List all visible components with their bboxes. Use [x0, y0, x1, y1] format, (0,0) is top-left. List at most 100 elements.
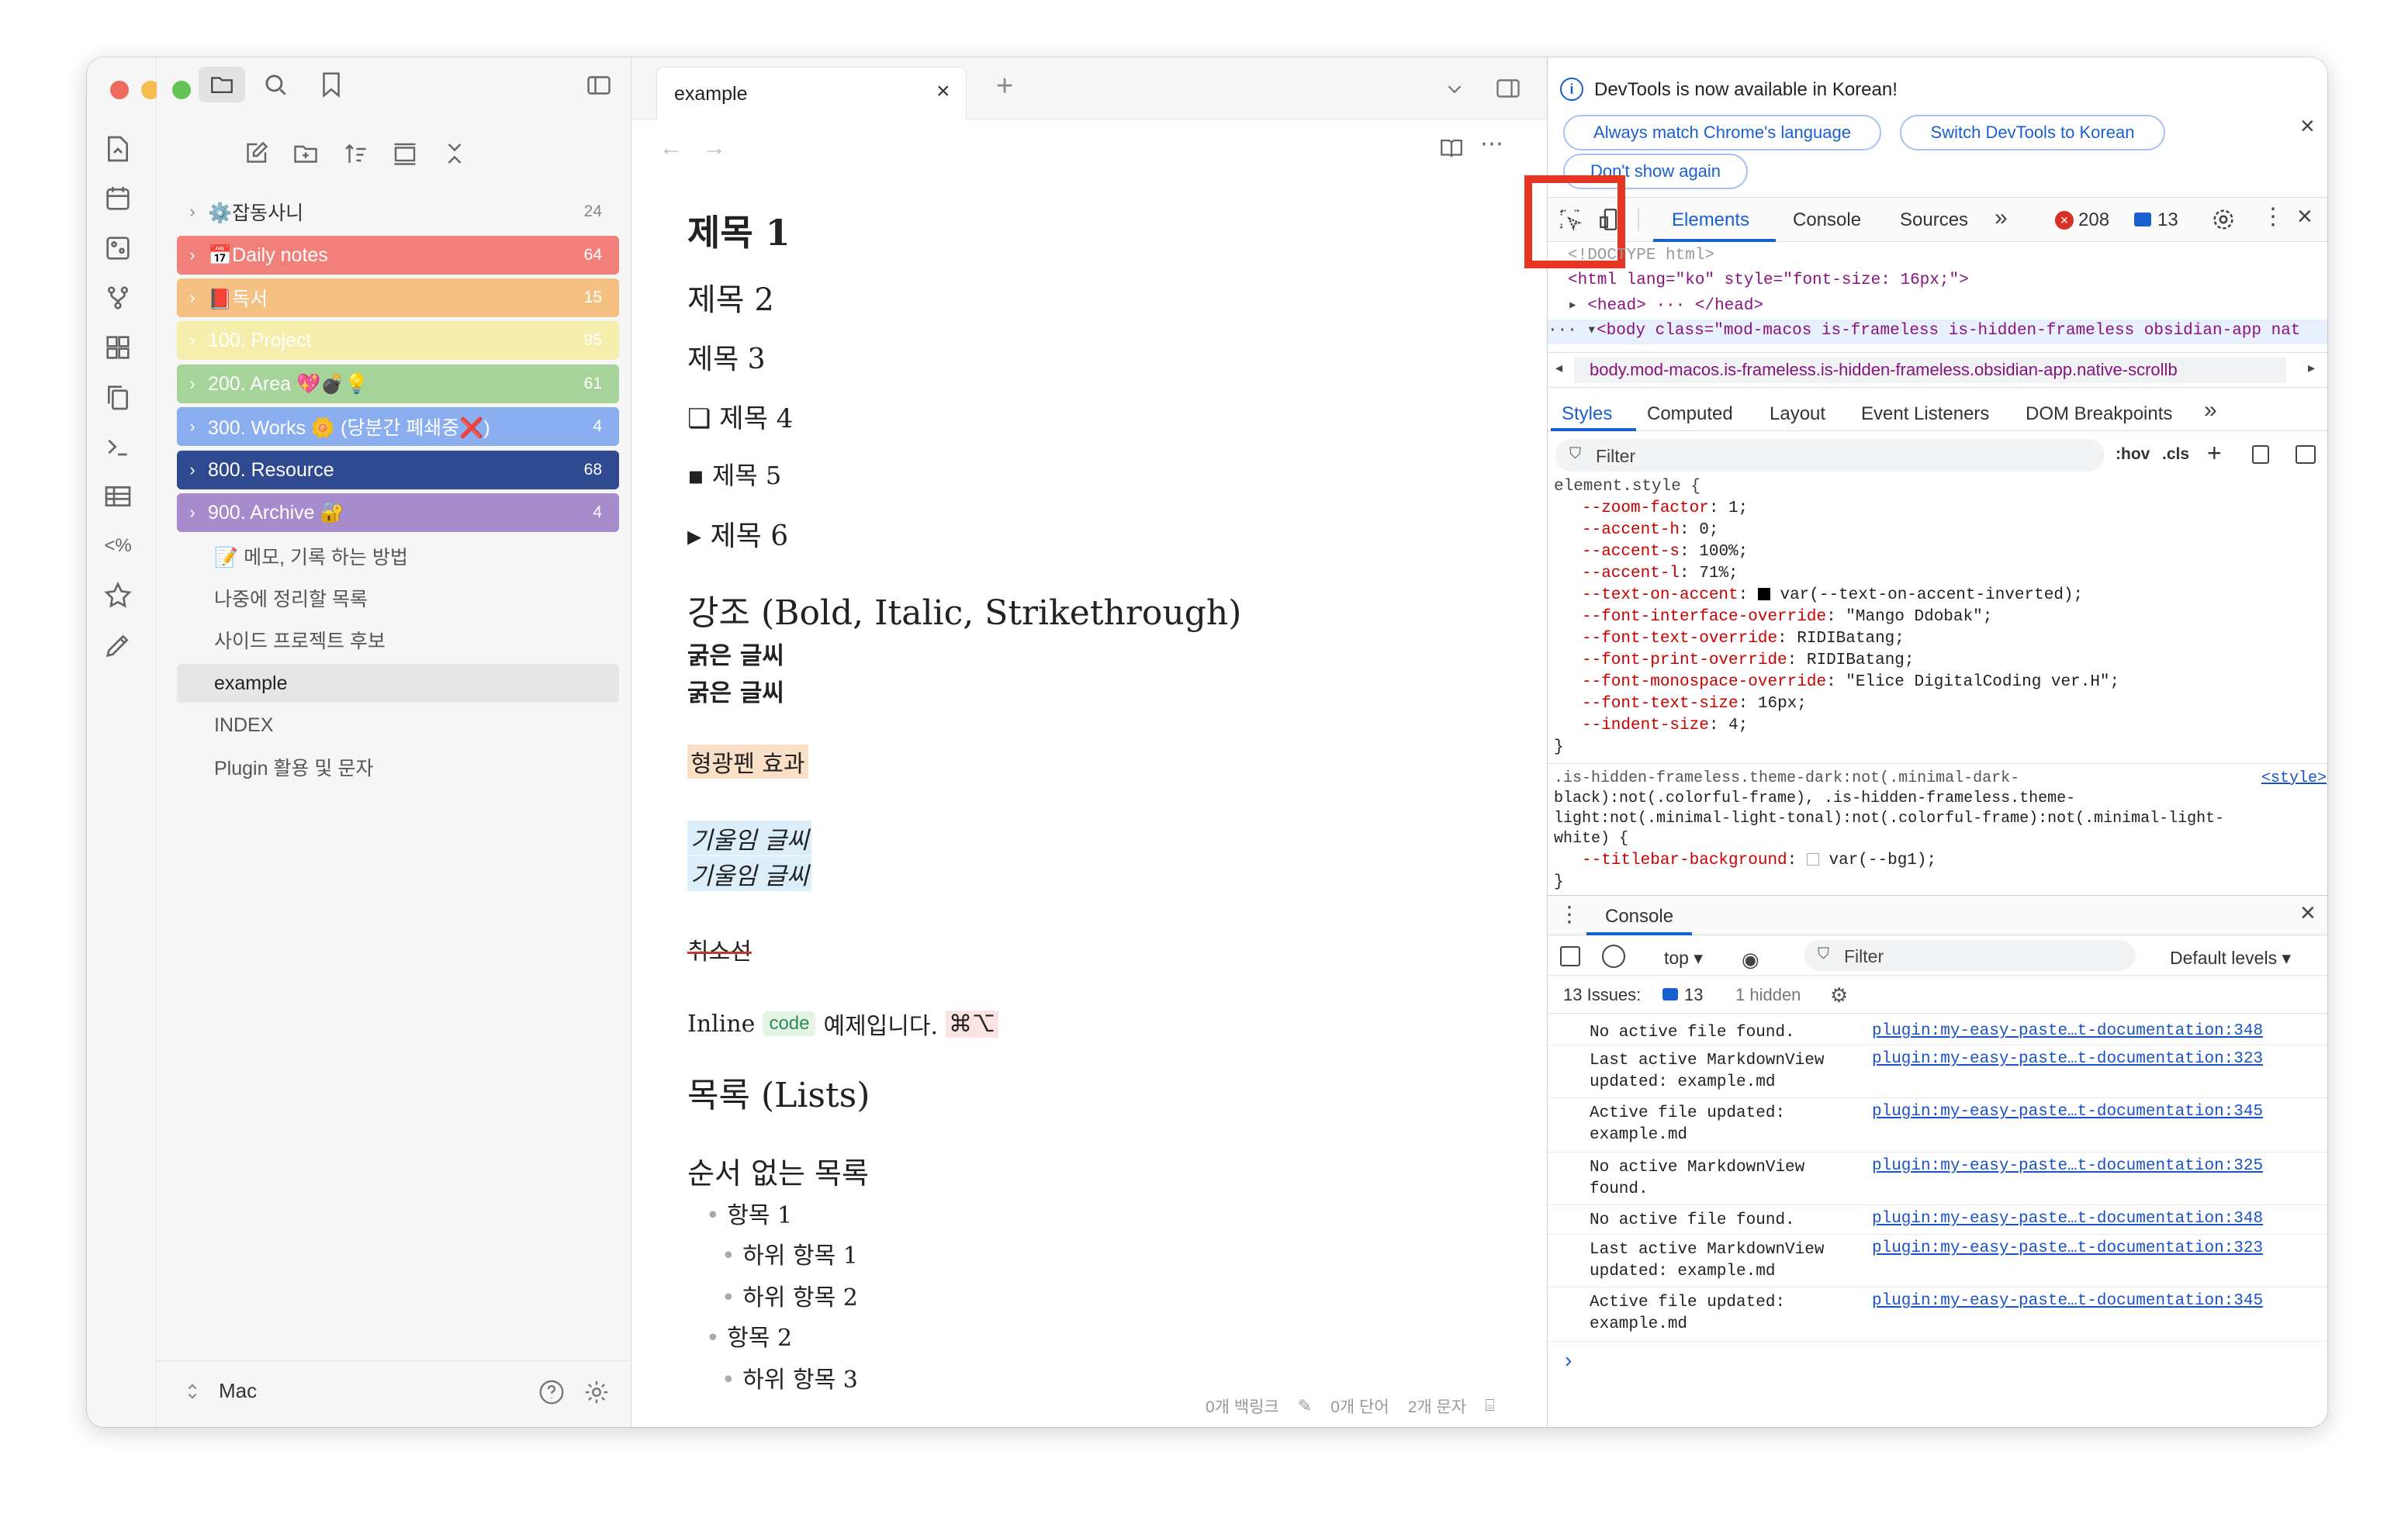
drawer-tab-console[interactable]: Console [1605, 906, 1673, 928]
pencil-icon[interactable]: ✎ [1298, 1396, 1312, 1416]
file-item[interactable]: 사이드 프로젝트 후보 [177, 620, 619, 659]
file-item-active[interactable]: example [177, 664, 619, 703]
live-expression-eye-icon[interactable]: ◉ [1742, 948, 1759, 972]
help-icon[interactable] [537, 1377, 566, 1407]
folder-item[interactable]: › ⚙️잡동사니 24 [177, 192, 619, 231]
log-levels-dropdown[interactable]: Default levels ▾ [2170, 948, 2291, 969]
cls-toggle[interactable]: .cls [2162, 445, 2189, 464]
folder-icon[interactable] [199, 67, 245, 102]
log-source-link[interactable]: plugin:my-easy-paste…t-documentation:323 [1872, 1239, 2263, 1257]
log-source-link[interactable]: plugin:my-easy-paste…t-documentation:348 [1872, 1210, 2263, 1228]
file-item[interactable]: 나중에 정리할 목록 [177, 579, 619, 617]
vault-name[interactable]: Mac [219, 1379, 257, 1403]
context-selector[interactable]: top ▾ [1664, 948, 1703, 969]
log-source-link[interactable]: plugin:my-easy-paste…t-documentation:345 [1872, 1292, 2263, 1310]
folder-item[interactable]: › 100. Project 95 [177, 321, 619, 360]
more-options-icon[interactable]: ⋯ [1480, 130, 1503, 157]
dom-doctype[interactable]: <!DOCTYPE html> [1568, 247, 2327, 271]
style-declaration[interactable]: --accent-l: 71%; [1582, 565, 2327, 582]
new-note-icon[interactable] [242, 140, 270, 168]
back-arrow-icon[interactable]: ← [659, 135, 683, 161]
hov-toggle[interactable]: :hov [2116, 445, 2150, 464]
issues-count[interactable]: 13 [1684, 985, 1703, 1005]
style-declaration[interactable]: --accent-h: 0; [1582, 521, 2327, 539]
style-declaration[interactable]: --font-text-size: 16px; [1582, 695, 2327, 713]
graph-view-icon[interactable] [102, 233, 133, 264]
open-quick-switcher-icon[interactable] [102, 133, 133, 164]
star-icon[interactable] [102, 580, 133, 611]
drawer-menu-icon[interactable]: ⋮ [1559, 901, 1580, 927]
folder-item[interactable]: › 📕독서 15 [177, 278, 619, 317]
dom-body-node[interactable]: ··· ▾<body class="mod-macos is-frameless… [1548, 320, 2327, 344]
new-rule-icon[interactable]: + [2207, 439, 2222, 468]
log-source-link[interactable]: plugin:my-easy-paste…t-documentation:345 [1872, 1103, 2263, 1121]
calendar-icon[interactable] [102, 183, 133, 214]
rule-source-link[interactable]: <style> [2261, 769, 2327, 787]
console-sidebar-icon[interactable] [1560, 946, 1580, 966]
folder-item[interactable]: › 800. Resource 68 [177, 451, 619, 489]
dashboard-icon[interactable] [102, 332, 133, 363]
devtools-settings-icon[interactable] [2210, 206, 2237, 233]
forward-arrow-icon[interactable]: → [703, 135, 726, 161]
search-icon[interactable] [261, 70, 290, 99]
style-declaration[interactable]: --accent-s: 100%; [1582, 543, 2327, 561]
close-window-button[interactable] [110, 81, 129, 99]
message-icon[interactable] [2134, 213, 2151, 226]
toggle-right-sidebar-icon[interactable] [1493, 74, 1524, 102]
more-tabs-icon[interactable]: » [1995, 205, 2008, 231]
pen-icon[interactable] [102, 630, 133, 661]
settings-gear-icon[interactable] [582, 1377, 611, 1407]
tab-event-listeners[interactable]: Event Listeners [1861, 403, 1989, 425]
devtools-more-icon[interactable]: ⋮ [2261, 203, 2285, 230]
style-declaration[interactable]: --font-interface-override: "Mango Ddobak… [1582, 608, 2327, 626]
tab-example[interactable]: example × [656, 67, 967, 120]
toggle-sidebar-icon[interactable] [583, 71, 614, 99]
log-source-link[interactable]: plugin:my-easy-paste…t-documentation:348 [1872, 1022, 2263, 1040]
sort-icon[interactable] [341, 140, 369, 168]
tab-sources[interactable]: Sources [1900, 209, 1968, 231]
folder-item[interactable]: › 300. Works 🌼 (당분간 폐쇄중❌) 4 [177, 407, 619, 446]
collapse-view-icon[interactable] [391, 140, 419, 168]
file-item[interactable]: Plugin 활용 및 문자 [177, 748, 619, 786]
close-banner-icon[interactable]: × [2300, 112, 2315, 140]
dom-head-node[interactable]: ▸ <head> ··· </head> [1568, 295, 2327, 320]
tab-computed[interactable]: Computed [1647, 403, 1733, 425]
folder-item[interactable]: › 📅Daily notes 64 [177, 236, 619, 275]
maximize-window-button[interactable] [172, 81, 191, 99]
breadcrumb-right-icon[interactable]: ▸ [2308, 360, 2315, 376]
console-filter-input[interactable]: ⛉ Filter [1804, 940, 2136, 971]
chevron-up-down-icon[interactable] [182, 1381, 203, 1402]
close-tab-icon[interactable]: × [936, 78, 950, 105]
folder-item[interactable]: › 200. Area 💖💣💡 61 [177, 365, 619, 403]
console-prompt[interactable]: › [1565, 1348, 1572, 1373]
template-icon[interactable]: <% [99, 530, 137, 562]
new-tab-icon[interactable]: + [996, 70, 1013, 103]
tab-elements[interactable]: Elements [1672, 209, 1749, 231]
breadcrumb-left-icon[interactable]: ◂ [1555, 360, 1562, 376]
switch-to-korean-button[interactable]: Switch DevTools to Korean [1900, 115, 2165, 150]
chevron-down-icon[interactable] [1443, 78, 1466, 101]
style-declaration[interactable]: --font-text-override: RIDIBatang; [1582, 630, 2327, 648]
more-style-tabs-icon[interactable]: » [2204, 397, 2217, 423]
always-match-language-button[interactable]: Always match Chrome's language [1563, 115, 1881, 150]
close-drawer-icon[interactable]: × [2300, 898, 2316, 928]
backlinks-count[interactable]: 0개 백링크 [1206, 1394, 1279, 1418]
bookmark-icon[interactable] [317, 70, 346, 99]
issues-settings-icon[interactable]: ⚙ [1830, 983, 1848, 1007]
tab-dom-breakpoints[interactable]: DOM Breakpoints [2026, 403, 2172, 425]
copy-icon[interactable] [102, 382, 133, 413]
breadcrumb[interactable]: body.mod-macos.is-frameless.is-hidden-fr… [1574, 357, 2286, 383]
close-devtools-icon[interactable]: × [2297, 202, 2313, 232]
terminal-icon[interactable] [102, 431, 133, 462]
sync-icon[interactable]: ⌸ [1485, 1397, 1495, 1415]
tab-styles[interactable]: Styles [1562, 403, 1612, 425]
style-declaration[interactable]: --zoom-factor: 1; [1582, 499, 2327, 517]
color-swatch[interactable] [1757, 588, 1770, 600]
git-branch-icon[interactable] [102, 282, 133, 313]
new-folder-icon[interactable] [292, 140, 320, 168]
error-icon[interactable]: × [2055, 211, 2074, 230]
reading-view-icon[interactable] [1437, 135, 1466, 161]
toggle-sidebar-pane-icon[interactable] [2296, 445, 2316, 464]
dom-html-node[interactable]: <html lang="ko" style="font-size: 16px;"… [1568, 271, 2327, 296]
rendering-icon[interactable] [2252, 445, 2269, 464]
